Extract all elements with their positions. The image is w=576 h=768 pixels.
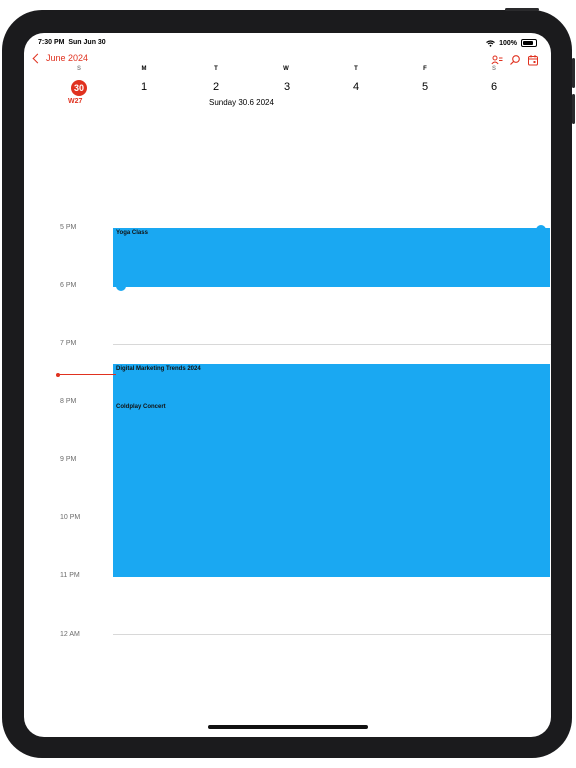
day-4[interactable]: 4	[341, 81, 371, 93]
weekday-letters: S M T W T F S	[24, 66, 551, 78]
week-day-numbers: 30 1 2 3 4 5 6	[24, 81, 551, 99]
battery-percent: 100%	[499, 39, 517, 47]
hour-label: 10 PM	[60, 514, 81, 521]
selected-date-caption: Sunday 30.6 2024	[209, 98, 274, 107]
chevron-left-icon	[32, 53, 43, 63]
weekday-letter: T	[214, 66, 218, 72]
event-digital-marketing-trends[interactable]: Digital Marketing Trends 2024 Coldplay C…	[113, 364, 550, 577]
hour-label: 11 PM	[60, 572, 80, 579]
weekday-letter: T	[354, 66, 358, 72]
home-indicator	[208, 725, 368, 729]
weekday-letter: F	[423, 66, 427, 72]
day-2[interactable]: 2	[201, 81, 231, 93]
back-label: June 2024	[46, 53, 89, 63]
weekday-letter: W	[283, 66, 289, 72]
hour-divider	[113, 344, 551, 345]
current-time-line	[58, 374, 116, 375]
day-5[interactable]: 5	[410, 81, 440, 93]
hour-label: 5 PM	[60, 224, 77, 231]
day-3[interactable]: 3	[272, 81, 302, 93]
status-bar: 7:30 PM Sun Jun 30 100%	[24, 39, 551, 53]
weekday-letter: S	[76, 66, 81, 72]
event-title: Coldplay Concert	[116, 404, 166, 410]
people-icon[interactable]	[491, 53, 503, 65]
day-30[interactable]: 30	[64, 83, 94, 93]
hour-label: 8 PM	[60, 398, 77, 405]
hour-divider	[113, 634, 551, 635]
toolbar-icons	[491, 53, 539, 66]
hour-label: 6 PM	[60, 282, 77, 289]
event-resize-handle-top[interactable]	[536, 225, 546, 235]
hour-label: 12 AM	[60, 631, 80, 638]
ipad-screen: 7:30 PM Sun Jun 30 100% June 2024 S M T …	[24, 33, 551, 737]
device-side-button-1	[572, 58, 575, 88]
weekday-letter: M	[141, 66, 147, 72]
day-6[interactable]: 6	[479, 81, 509, 93]
device-side-button-2	[572, 94, 575, 124]
device-top-button	[505, 8, 539, 11]
back-to-month-button[interactable]: June 2024	[32, 53, 89, 63]
event-yoga-class[interactable]: Yoga Class	[113, 228, 550, 287]
event-resize-handle-bottom[interactable]	[116, 281, 126, 291]
wifi-icon	[486, 39, 495, 47]
calendar-icon[interactable]	[527, 53, 539, 66]
day-1[interactable]: 1	[129, 81, 159, 93]
hour-label: 7 PM	[60, 340, 77, 347]
event-title: Digital Marketing Trends 2024	[116, 366, 201, 372]
search-icon[interactable]	[509, 53, 521, 65]
hour-label: 9 PM	[60, 456, 77, 463]
status-time: 7:30 PM Sun Jun 30	[38, 39, 106, 46]
event-title: Yoga Class	[116, 230, 148, 236]
status-right: 100%	[486, 39, 537, 47]
status-date-text: Sun Jun 30	[68, 39, 106, 46]
battery-icon	[521, 39, 537, 47]
status-time-text: 7:30 PM	[38, 39, 65, 46]
week-number: W27	[68, 98, 83, 105]
weekday-letter: S	[491, 66, 496, 72]
